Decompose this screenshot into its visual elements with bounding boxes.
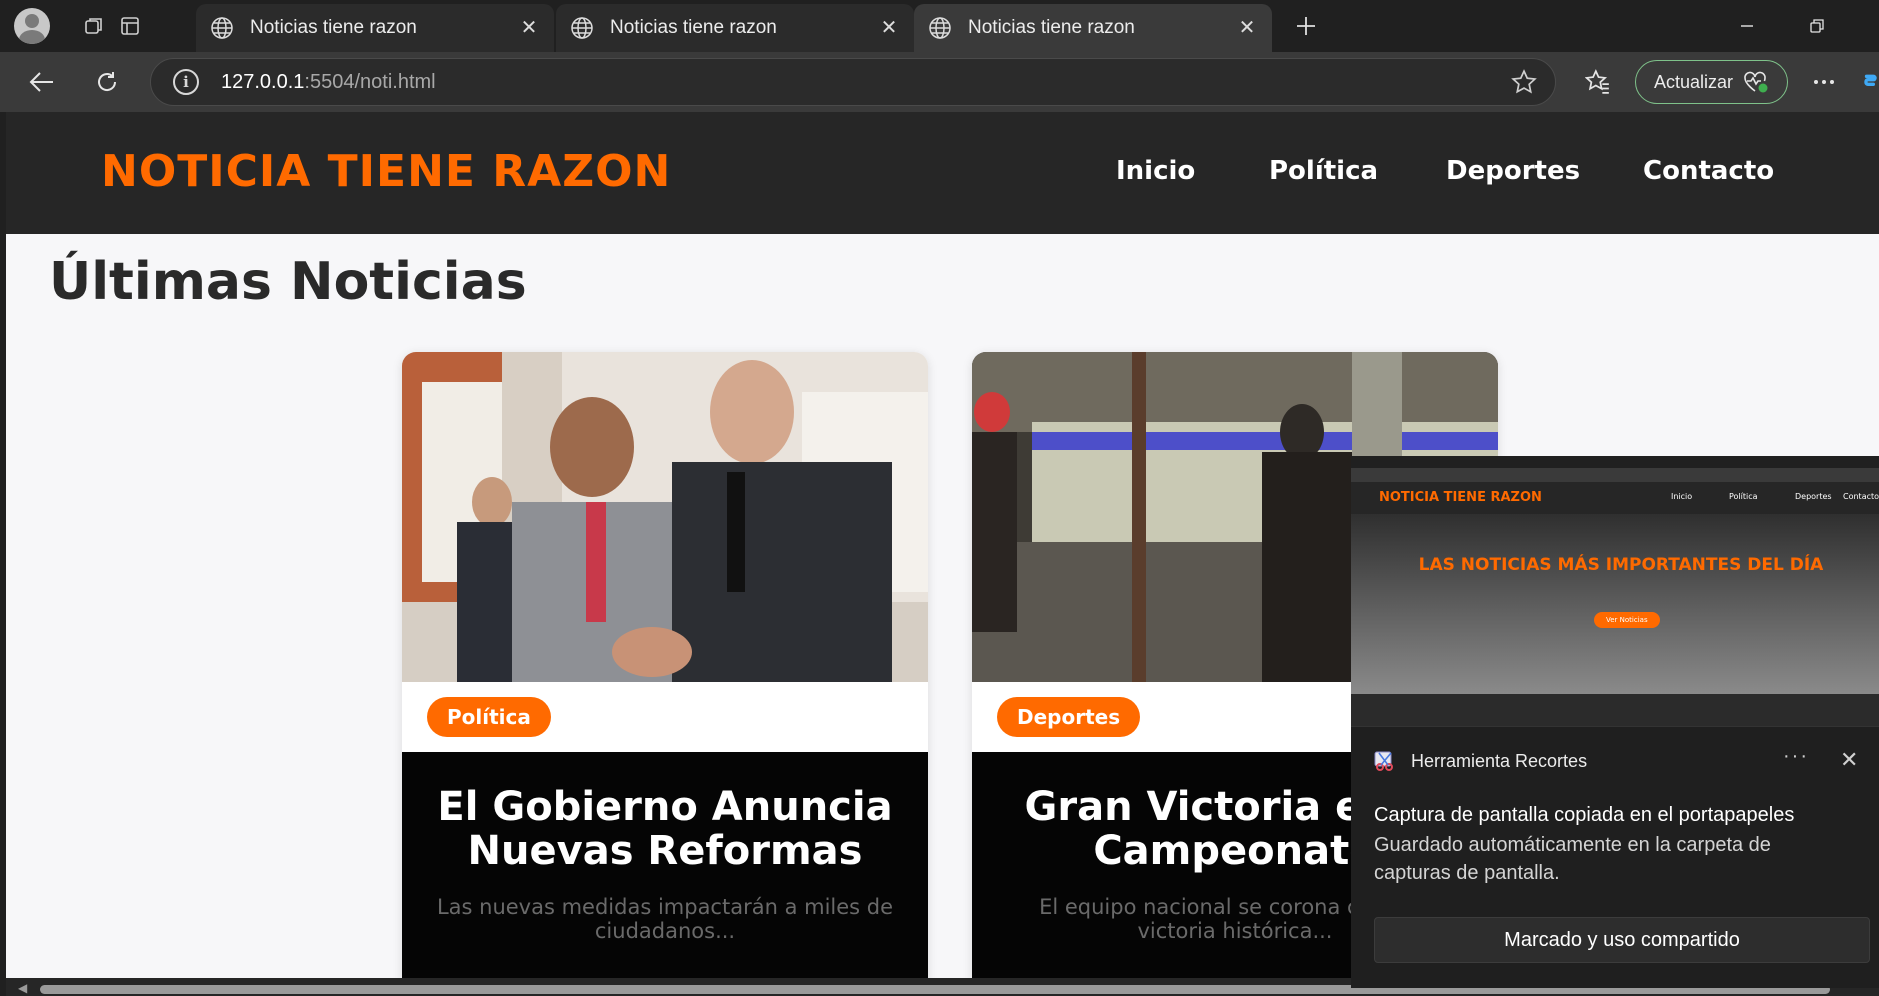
- new-tab-icon[interactable]: [1288, 8, 1324, 44]
- tab-actions-icon[interactable]: [112, 8, 148, 44]
- globe-icon: [571, 17, 593, 39]
- news-excerpt: Las nuevas medidas impactarán a miles de…: [436, 895, 894, 943]
- preview-hero: LAS NOTICIAS MÁS IMPORTANTES DEL DÍA Ver…: [1351, 514, 1879, 694]
- category-strip: Política: [402, 682, 928, 752]
- card-body: El Gobierno Anuncia Nuevas Reformas Las …: [402, 752, 928, 978]
- tab-title: Noticias tiene razon: [250, 17, 417, 38]
- nav-link-deportes[interactable]: Deportes: [1446, 156, 1580, 186]
- back-arrow-icon[interactable]: [24, 64, 60, 100]
- update-button[interactable]: Actualizar: [1635, 60, 1788, 104]
- globe-icon: [929, 17, 951, 39]
- preview-nav-item: Inicio: [1671, 492, 1693, 501]
- close-tab-icon[interactable]: ✕: [1236, 17, 1258, 39]
- site-brand[interactable]: NOTICIA TIENE RAZON: [101, 146, 671, 197]
- site-header: NOTICIA TIENE RAZON Inicio Política Depo…: [6, 112, 1879, 234]
- screenshot-preview[interactable]: NOTICIA TIENE RAZON Inicio Política Depo…: [1351, 456, 1879, 726]
- close-tab-icon[interactable]: ✕: [878, 17, 900, 39]
- category-badge[interactable]: Política: [427, 697, 551, 737]
- category-badge[interactable]: Deportes: [997, 697, 1141, 737]
- preview-site-header: NOTICIA TIENE RAZON Inicio Política Depo…: [1351, 482, 1879, 514]
- nav-link-contacto[interactable]: Contacto: [1643, 156, 1774, 186]
- address-toolbar: i 127.0.0.1:5504/noti.html Actualizar: [0, 52, 1879, 112]
- notification-app-name: Herramienta Recortes: [1411, 751, 1588, 771]
- section-title: Últimas Noticias: [49, 252, 527, 312]
- close-tab-icon[interactable]: ✕: [518, 17, 540, 39]
- news-image-handshake: [402, 352, 928, 682]
- tab-1[interactable]: Noticias tiene razon ✕: [196, 4, 554, 52]
- notification-more-icon[interactable]: ···: [1783, 745, 1809, 768]
- preview-tab-bar: [1351, 456, 1879, 468]
- preview-hero-button: Ver Noticias: [1594, 612, 1660, 628]
- notification-body: Guardado automáticamente en la carpeta d…: [1374, 834, 1771, 884]
- more-options-icon[interactable]: [1806, 64, 1842, 100]
- preview-brand: NOTICIA TIENE RAZON: [1379, 490, 1542, 505]
- preview-nav-item: Política: [1729, 492, 1758, 501]
- notification-title: Captura de pantalla copiada en el portap…: [1374, 804, 1795, 826]
- favorites-icon[interactable]: [1580, 64, 1616, 100]
- preview-nav-item: Deportes: [1795, 492, 1832, 501]
- nav-link-inicio[interactable]: Inicio: [1116, 156, 1195, 186]
- preview-hero-title: LAS NOTICIAS MÁS IMPORTANTES DEL DÍA: [1418, 555, 1824, 575]
- reload-icon[interactable]: [89, 64, 125, 100]
- health-heart-icon: [1744, 71, 1768, 93]
- close-icon[interactable]: ✕: [1840, 747, 1858, 773]
- workspaces-icon[interactable]: [76, 8, 112, 44]
- tab-2[interactable]: Noticias tiene razon ✕: [556, 4, 914, 52]
- preview-address-bar: [1351, 468, 1879, 482]
- snipping-notification[interactable]: Herramienta Recortes ··· ✕ Captura de pa…: [1351, 726, 1879, 988]
- nav-link-politica[interactable]: Política: [1269, 156, 1378, 186]
- minimize-icon[interactable]: [1723, 8, 1771, 44]
- tab-3[interactable]: Noticias tiene razon ✕: [914, 4, 1272, 52]
- snipping-tool-icon: [1374, 751, 1393, 771]
- preview-nav-item: Contacto: [1843, 492, 1879, 501]
- markup-share-button[interactable]: Marcado y uso compartido: [1374, 917, 1870, 963]
- profile-avatar[interactable]: [14, 8, 50, 44]
- tab-title: Noticias tiene razon: [968, 17, 1135, 38]
- news-card-politica[interactable]: Política El Gobierno Anuncia Nuevas Refo…: [402, 352, 928, 978]
- update-label: Actualizar: [1654, 71, 1734, 92]
- url-text: 127.0.0.1:5504/noti.html: [221, 70, 436, 93]
- url-bar[interactable]: i 127.0.0.1:5504/noti.html: [150, 58, 1556, 106]
- favorite-star-icon[interactable]: [1511, 69, 1537, 100]
- site-info-icon[interactable]: i: [173, 69, 199, 95]
- copilot-icon[interactable]: [1862, 64, 1879, 100]
- scroll-left-icon[interactable]: ◀: [18, 981, 27, 995]
- tab-title: Noticias tiene razon: [610, 17, 777, 38]
- globe-icon: [211, 17, 233, 39]
- news-headline[interactable]: El Gobierno Anuncia Nuevas Reformas: [402, 785, 928, 873]
- browser-tab-bar: Noticias tiene razon ✕ Noticias tiene ra…: [0, 0, 1879, 52]
- restore-icon[interactable]: [1793, 8, 1841, 44]
